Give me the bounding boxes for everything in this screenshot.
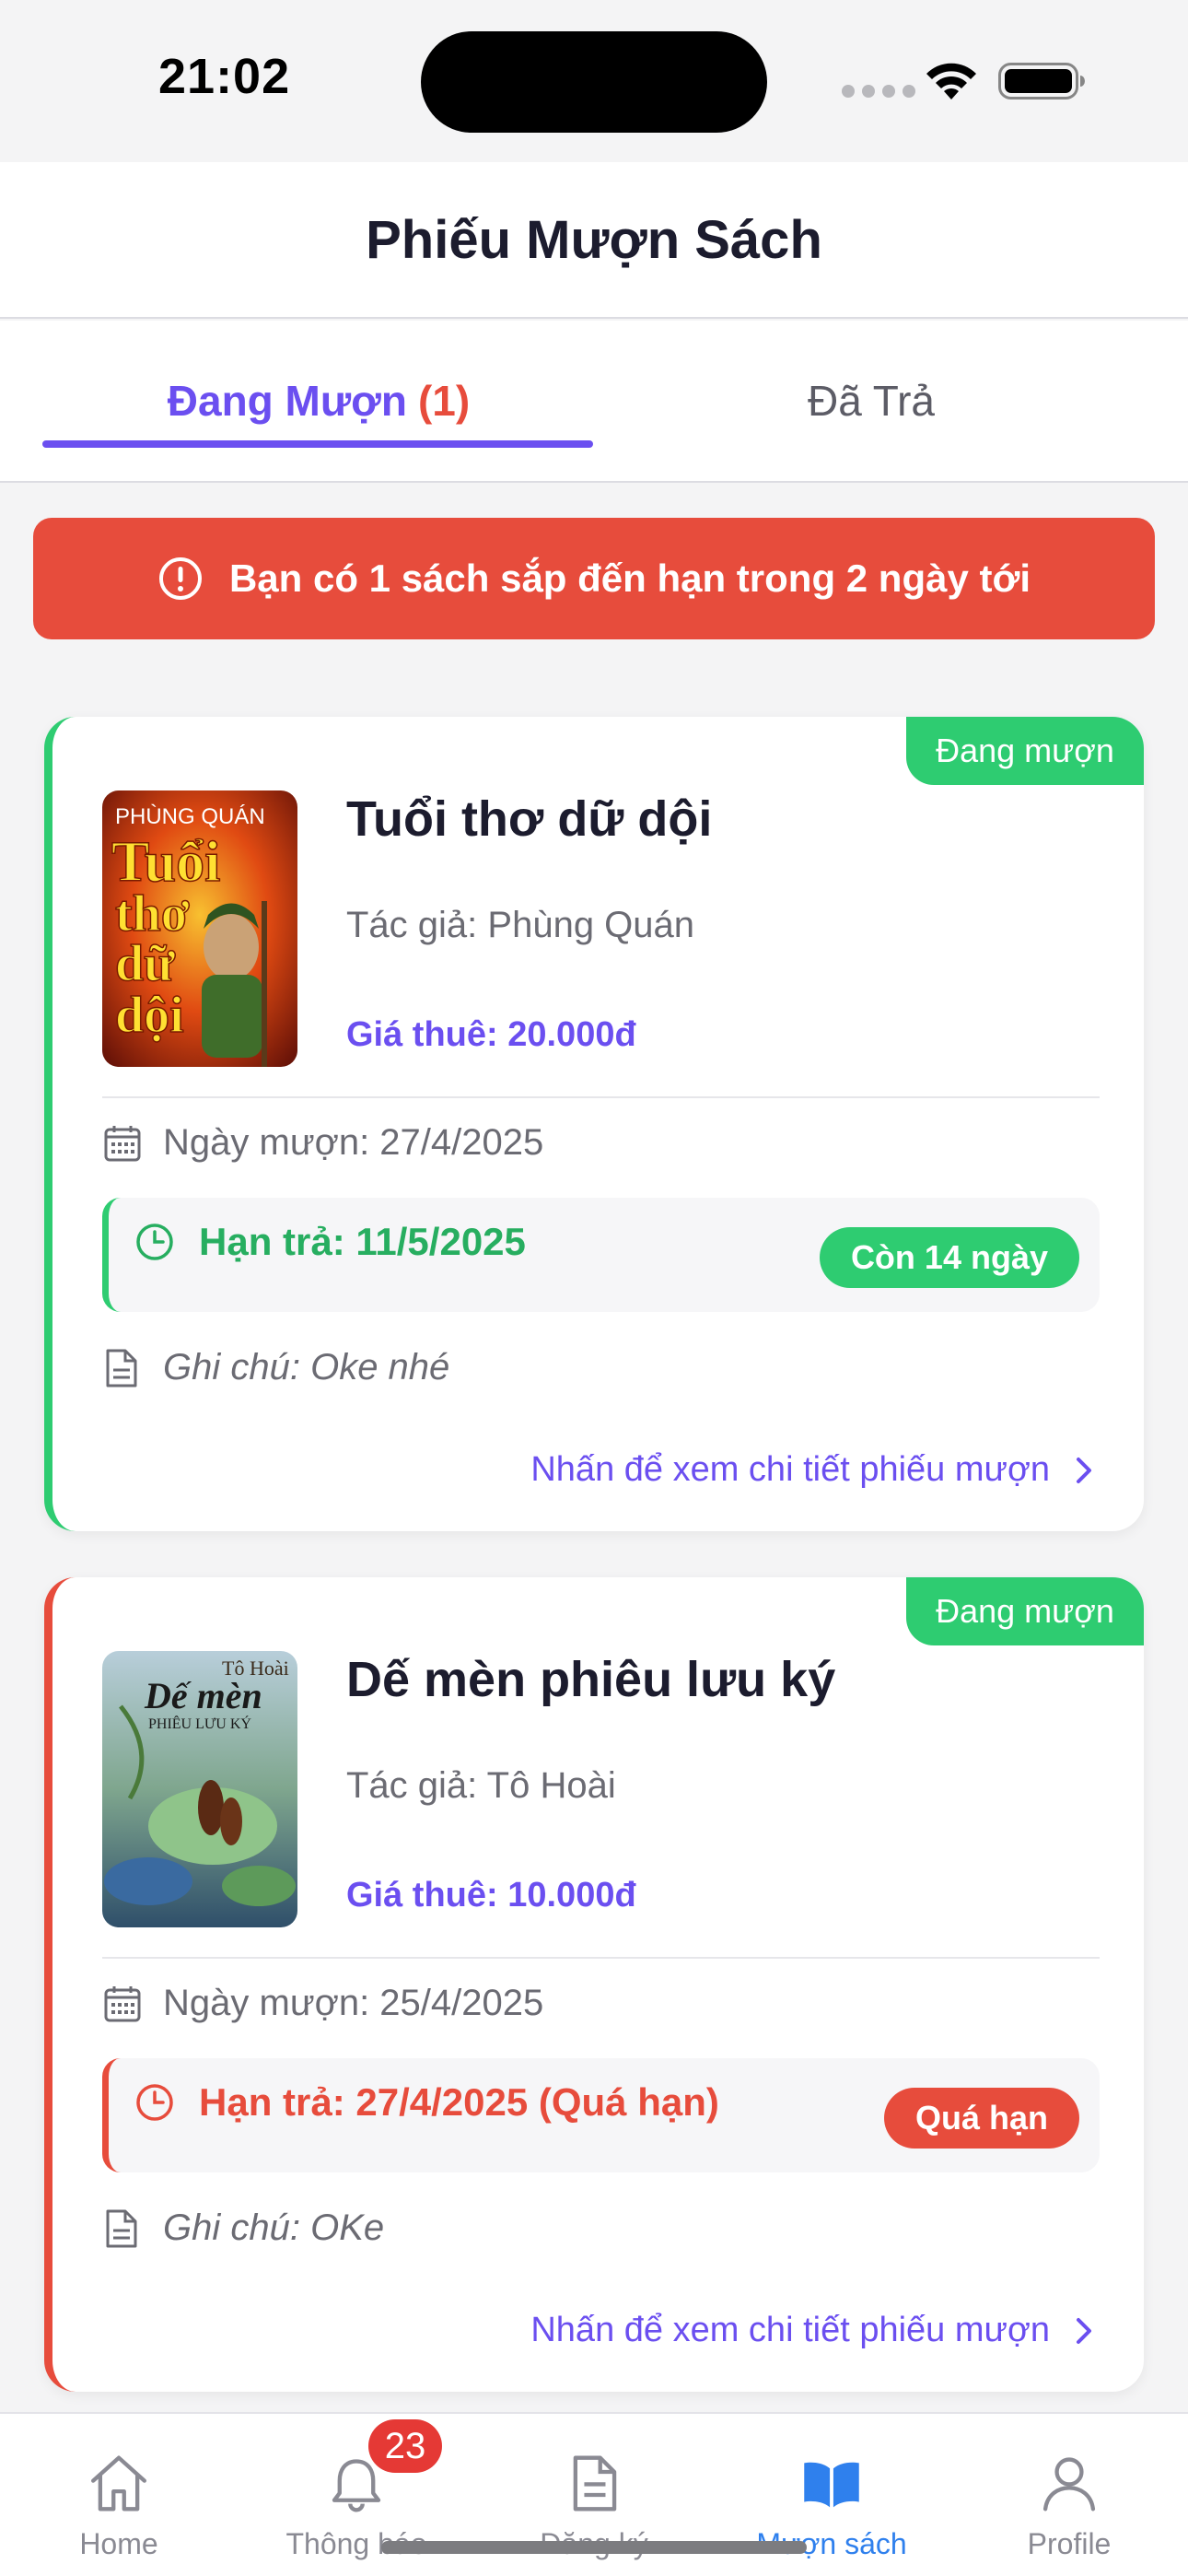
due-date: Hạn trả: 11/5/2025: [199, 1220, 526, 1263]
cover-title-text-2: PHIÊU LƯU KÝ: [148, 1715, 251, 1732]
clock-icon: [136, 1224, 173, 1260]
book-cover-image: PHÙNG QUÁN Tuổi thơ dữ dội: [102, 790, 297, 1067]
book-price: Giá thuê: 20.000đ: [346, 1015, 636, 1054]
book-title: Dế mèn phiêu lưu ký: [346, 1652, 836, 1707]
status-bar: 21:02: [0, 0, 1188, 162]
cover-author-text: PHÙNG QUÁN: [115, 804, 265, 829]
view-detail-link[interactable]: Nhấn để xem chi tiết phiếu mượn: [530, 2311, 1096, 2350]
chevron-right-icon: [1077, 1457, 1091, 1483]
tab-returned-label: Đã Trả: [807, 377, 936, 425]
dynamic-island: [421, 31, 767, 133]
note-text: Ghi chú: Oke nhé: [163, 1347, 450, 1388]
divider: [102, 1096, 1100, 1098]
tabbar-home[interactable]: Home: [0, 2414, 238, 2561]
tabbar-home-label: Home: [79, 2527, 158, 2560]
cover-title-text-1: Tuổi: [111, 831, 220, 894]
tabbar-register[interactable]: Đăng ký: [475, 2414, 713, 2561]
wifi-icon: [926, 63, 976, 100]
chevron-right-icon: [1077, 2317, 1091, 2344]
battery-icon: [998, 63, 1085, 100]
home-icon: [91, 2455, 146, 2512]
clock-icon: [136, 2084, 173, 2121]
tab-active-indicator: [42, 440, 593, 448]
due-soon-alert: Bạn có 1 sách sắp đến hạn trong 2 ngày t…: [33, 518, 1155, 639]
tabbar-profile-label: Profile: [1027, 2527, 1112, 2560]
status-badge: Đang mượn: [906, 717, 1144, 785]
borrow-date-row: Ngày mượn: 27/4/2025: [102, 1122, 543, 1164]
view-detail-link[interactable]: Nhấn để xem chi tiết phiếu mượn: [530, 1450, 1096, 1490]
page-title: Phiếu Mượn Sách: [366, 209, 822, 270]
status-badge: Đang mượn: [906, 1577, 1144, 1645]
tab-bar-top: Đang Mượn (1) Đã Trả: [0, 321, 1188, 483]
book-title: Tuổi thơ dữ dội: [346, 791, 713, 847]
note-row: Ghi chú: Oke nhé: [102, 1347, 449, 1388]
tab-borrowing[interactable]: Đang Mượn (1): [42, 321, 595, 481]
due-date: Hạn trả: 27/4/2025 (Quá hạn): [199, 2080, 719, 2124]
page-header: Phiếu Mượn Sách: [0, 162, 1188, 319]
tab-returned[interactable]: Đã Trả: [595, 321, 1147, 481]
tab-borrowing-count: (1): [417, 377, 471, 425]
document-note-icon: [106, 2209, 137, 2247]
document-note-icon: [106, 1349, 137, 1387]
tabbar-profile[interactable]: Profile: [950, 2414, 1188, 2561]
days-remaining-badge: Còn 14 ngày: [819, 1227, 1079, 1288]
tabbar-notifications[interactable]: Thông báo 23: [238, 2414, 475, 2561]
document-icon: [573, 2455, 617, 2512]
borrow-date: Ngày mượn: 25/4/2025: [163, 1983, 544, 2023]
cellular-signal-icon: [842, 85, 915, 98]
open-book-icon: [804, 2462, 859, 2508]
due-date-row: Hạn trả: 27/4/2025 (Quá hạn): [134, 2080, 719, 2125]
calendar-icon: [104, 1125, 141, 1161]
view-detail-label: Nhấn để xem chi tiết phiếu mượn: [530, 2311, 1050, 2349]
view-detail-label: Nhấn để xem chi tiết phiếu mượn: [530, 1450, 1050, 1489]
book-author: Tác giả: Tô Hoài: [346, 1765, 616, 1806]
cover-title-text-4: dội: [115, 987, 184, 1044]
book-cover-image: Tô Hoài Dế mèn PHIÊU LƯU KÝ: [102, 1651, 297, 1927]
due-date-box: Hạn trả: 27/4/2025 (Quá hạn) Quá hạn: [102, 2058, 1100, 2172]
overdue-badge: Quá hạn: [883, 2088, 1079, 2149]
alert-circle-icon: [158, 557, 202, 600]
notification-count-badge: 23: [368, 2419, 442, 2473]
book-price: Giá thuê: 10.000đ: [346, 1876, 636, 1914]
calendar-icon: [104, 1985, 141, 2021]
loan-card[interactable]: Đang mượn Tô Hoài Dế mèn PHIÊU LƯU KÝ Dế…: [44, 1577, 1144, 2392]
due-date-row: Hạn trả: 11/5/2025: [134, 1220, 526, 1264]
loan-card[interactable]: Đang mượn PHÙNG QUÁN Tuổi thơ dữ dội Tuổ…: [44, 717, 1144, 1531]
tab-borrowing-label: Đang Mượn: [167, 377, 407, 425]
due-date-box: Hạn trả: 11/5/2025 Còn 14 ngày: [102, 1198, 1100, 1312]
cover-title-text-1: Dế mèn: [144, 1675, 262, 1716]
borrow-date: Ngày mượn: 27/4/2025: [163, 1122, 544, 1163]
home-indicator[interactable]: [381, 2541, 807, 2554]
note-row: Ghi chú: OKe: [102, 2207, 384, 2249]
divider: [102, 1957, 1100, 1959]
note-text: Ghi chú: OKe: [163, 2207, 385, 2248]
alert-text: Bạn có 1 sách sắp đến hạn trong 2 ngày t…: [228, 556, 1031, 600]
cover-title-text-2: thơ: [115, 885, 190, 943]
borrow-date-row: Ngày mượn: 25/4/2025: [102, 1983, 543, 2024]
cover-title-text-3: dữ: [115, 935, 176, 992]
book-author: Tác giả: Phùng Quán: [346, 905, 695, 945]
user-icon: [1042, 2457, 1096, 2512]
status-time: 21:02: [158, 49, 291, 104]
tabbar-borrow-books[interactable]: Mượn sách: [713, 2414, 950, 2561]
